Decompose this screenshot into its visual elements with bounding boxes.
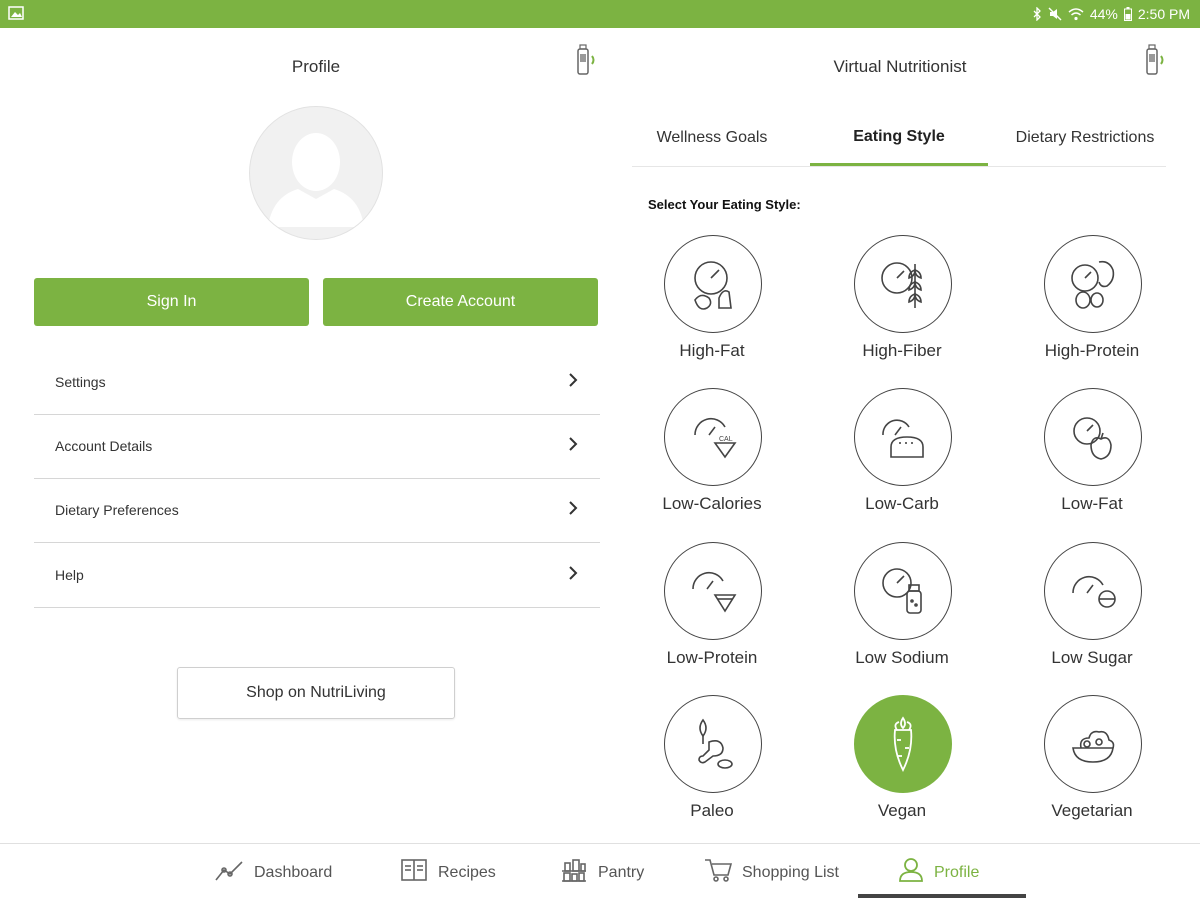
nav-recipes[interactable]: Recipes: [400, 844, 496, 901]
shop-nutriliving-button[interactable]: Shop on NutriLiving: [177, 667, 455, 719]
menu-item-settings[interactable]: Settings: [34, 350, 600, 415]
avatar[interactable]: [249, 106, 383, 240]
eating-style-low-sugar[interactable]: Low Sugar: [1002, 542, 1182, 672]
low-sugar-icon: [1044, 542, 1142, 640]
vegetarian-icon: [1044, 695, 1142, 793]
battery-percent: 44%: [1089, 6, 1118, 22]
dashboard-icon: [214, 858, 244, 887]
active-nav-indicator: [858, 894, 1026, 898]
eating-style-low-calories[interactable]: CAL Low-Calories: [622, 388, 802, 518]
shopping-cart-icon: [704, 857, 733, 888]
eating-style-label: Vegetarian: [1051, 801, 1133, 820]
eating-style-label: High-Fat: [679, 341, 745, 360]
nav-label: Profile: [934, 863, 980, 881]
eating-style-low-fat[interactable]: Low-Fat: [1002, 388, 1182, 518]
low-sodium-icon: [854, 542, 952, 640]
pantry-icon: [560, 857, 588, 888]
eating-style-low-protein[interactable]: Low-Protein: [622, 542, 802, 672]
eating-style-paleo[interactable]: Paleo: [622, 695, 802, 825]
eating-tabs: Wellness Goals Eating Style Dietary Rest…: [632, 110, 1166, 167]
menu-item-account-details[interactable]: Account Details: [34, 414, 600, 479]
eating-style-high-fiber[interactable]: High-Fiber: [812, 235, 992, 365]
nav-label: Pantry: [598, 863, 645, 881]
chevron-right-icon: [568, 565, 578, 586]
wifi-icon: [1068, 7, 1084, 21]
eating-style-low-sodium[interactable]: Low Sodium: [812, 542, 992, 672]
chevron-right-icon: [568, 436, 578, 457]
nav-label: Dashboard: [254, 863, 333, 881]
vegan-icon: [854, 695, 952, 793]
nav-profile[interactable]: Profile: [898, 844, 979, 901]
eating-style-label: Low-Fat: [1061, 494, 1123, 513]
eating-style-label: Low-Calories: [662, 494, 762, 513]
nav-shopping-list[interactable]: Shopping List: [704, 844, 839, 901]
chevron-right-icon: [568, 500, 578, 521]
sign-in-button[interactable]: Sign In: [34, 278, 309, 326]
mute-icon: [1048, 7, 1062, 21]
eating-style-low-carb[interactable]: Low-Carb: [812, 388, 992, 518]
menu-item-help[interactable]: Help: [34, 543, 600, 608]
eating-style-label: Low-Carb: [865, 494, 939, 513]
eating-style-label: Low-Protein: [666, 648, 758, 667]
nav-label: Recipes: [438, 863, 496, 881]
eating-style-high-fat[interactable]: High-Fat: [622, 235, 802, 365]
eating-style-label: High-Fiber: [862, 341, 942, 360]
device-connection-icon[interactable]: [576, 44, 598, 81]
panel-title: Virtual Nutritionist: [833, 57, 967, 76]
eating-style-vegetarian[interactable]: Vegetarian: [1002, 695, 1182, 825]
page-title: Profile: [291, 57, 341, 76]
profile-icon: [898, 857, 924, 888]
low-carb-icon: [854, 388, 952, 486]
menu-item-label: Settings: [55, 374, 106, 390]
device-connection-icon[interactable]: [1145, 44, 1167, 81]
eating-style-vegan[interactable]: Vegan: [812, 695, 992, 825]
chevron-right-icon: [568, 372, 578, 393]
eating-style-label: Low Sodium: [855, 648, 949, 667]
svg-text:CAL: CAL: [719, 436, 733, 443]
nav-dashboard[interactable]: Dashboard: [214, 844, 332, 901]
menu-item-label: Dietary Preferences: [55, 502, 179, 518]
eating-style-high-protein[interactable]: High-Protein: [1002, 235, 1182, 365]
paleo-icon: [664, 695, 762, 793]
high-fiber-icon: [854, 235, 952, 333]
tab-eating-style[interactable]: Eating Style: [810, 110, 988, 166]
high-fat-icon: [664, 235, 762, 333]
tab-dietary-restrictions[interactable]: Dietary Restrictions: [1004, 110, 1166, 165]
tab-wellness-goals[interactable]: Wellness Goals: [632, 110, 792, 165]
high-protein-icon: [1044, 235, 1142, 333]
menu-item-dietary-preferences[interactable]: Dietary Preferences: [34, 478, 600, 543]
eating-style-label: Vegan: [877, 801, 927, 820]
create-account-button[interactable]: Create Account: [323, 278, 598, 326]
eating-style-label: Low Sugar: [1051, 648, 1133, 667]
low-calories-icon: CAL: [664, 388, 762, 486]
clock: 2:50 PM: [1137, 6, 1190, 22]
menu-item-label: Account Details: [55, 438, 153, 454]
eating-style-label: Paleo: [690, 801, 734, 820]
menu-item-label: Help: [55, 567, 84, 583]
low-protein-icon: [664, 542, 762, 640]
nav-pantry[interactable]: Pantry: [560, 844, 644, 901]
bottom-nav: Dashboard Recipes Pantry Shopping List P…: [0, 843, 1200, 901]
nav-label: Shopping List: [742, 863, 839, 881]
bluetooth-icon: [1032, 7, 1042, 21]
status-bar: 44% 2:50 PM: [0, 0, 1200, 28]
eating-style-label: High-Protein: [1044, 341, 1140, 360]
recipes-icon: [400, 858, 428, 887]
battery-icon: [1123, 7, 1132, 21]
low-fat-icon: [1044, 388, 1142, 486]
gallery-notification-icon: [8, 6, 24, 23]
section-label: Select Your Eating Style:: [648, 197, 801, 212]
